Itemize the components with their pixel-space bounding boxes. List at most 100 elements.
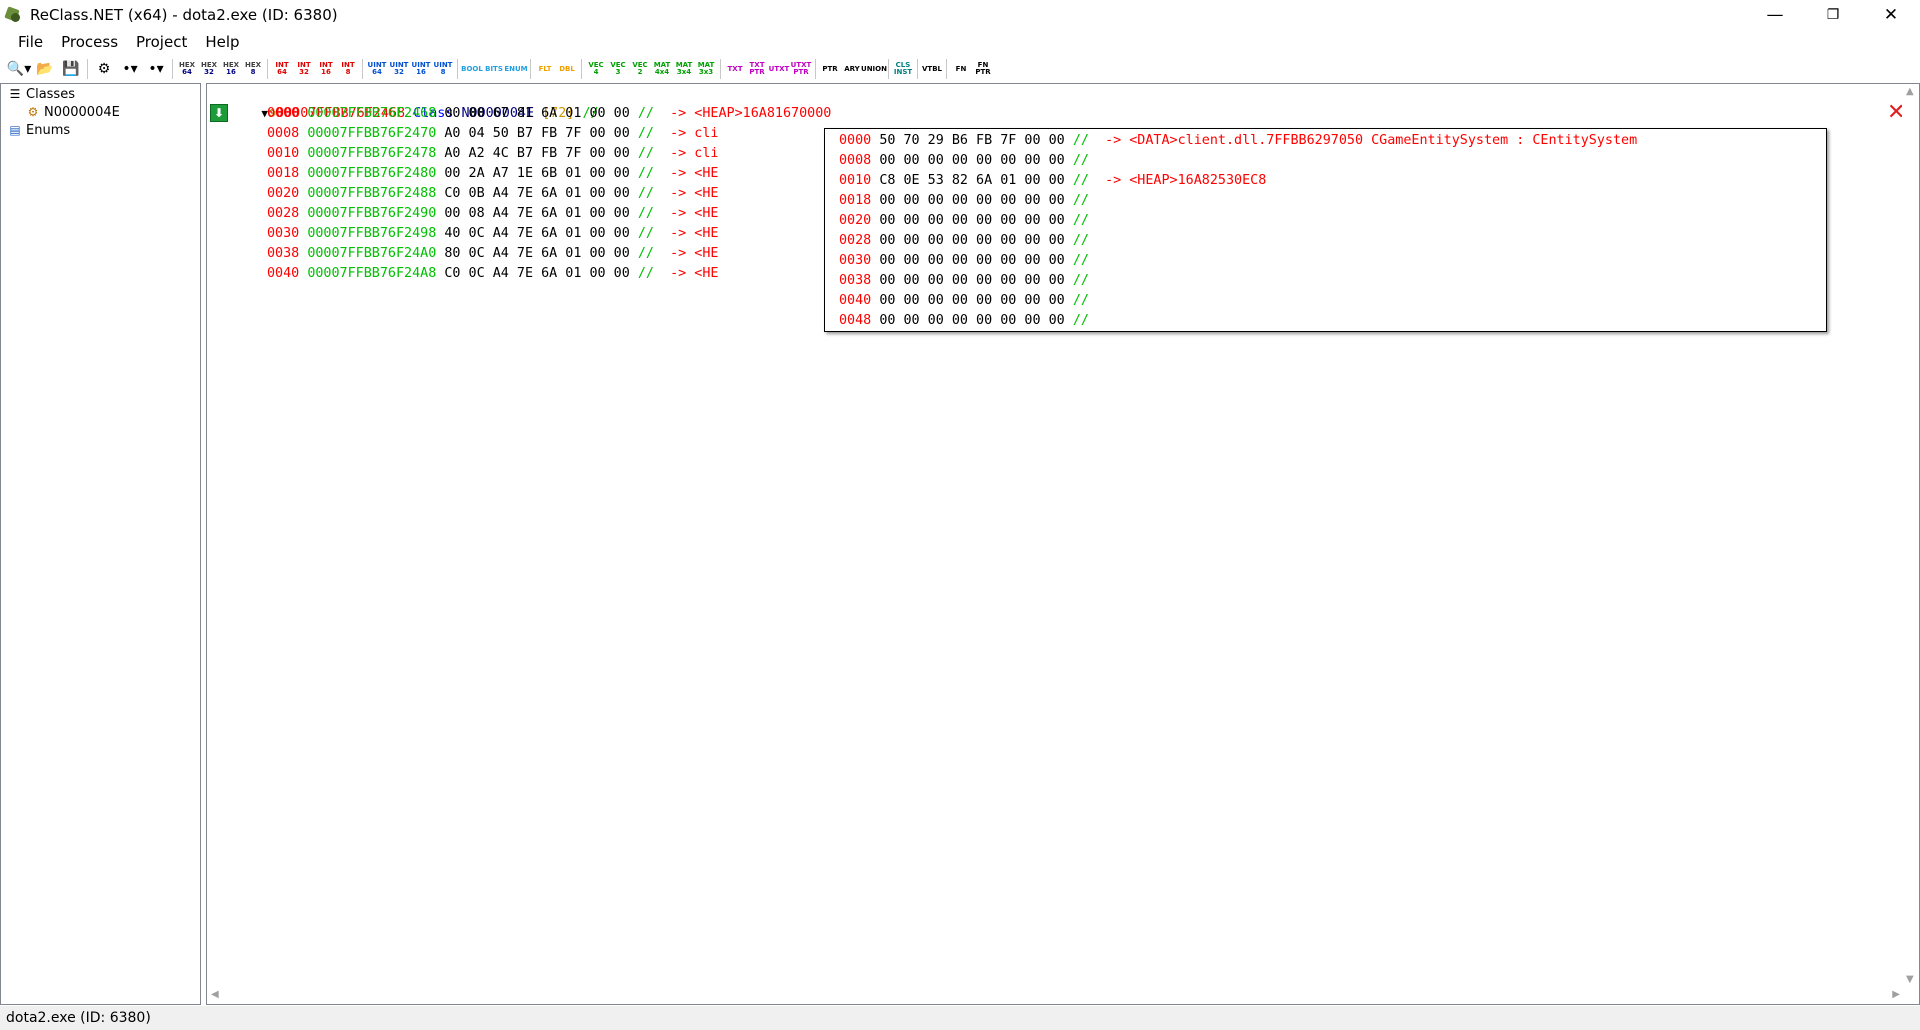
add-union-button[interactable]: UNION	[861, 58, 887, 80]
row-offset: 0038	[267, 246, 300, 261]
tree-node-classes[interactable]: ☰ Classes	[1, 85, 200, 103]
add-utxt-button[interactable]: UTXT	[768, 58, 790, 80]
popup-row-offset: 0008	[839, 153, 872, 168]
popup-row-pointer: -> <HEAP>16A82530EC8	[1105, 173, 1267, 188]
add-hex16-button[interactable]: HEX 16	[220, 58, 242, 80]
menu-project[interactable]: Project	[127, 29, 196, 56]
attach-process-icon[interactable]: 🔍▾	[6, 58, 32, 80]
add-vec2-button[interactable]: VEC 2	[629, 58, 651, 80]
memory-row[interactable]: 0018 00007FFBB76F2480 00 2A A7 1E 6B 01 …	[267, 164, 719, 184]
add-txt-button[interactable]: TXT	[724, 58, 746, 80]
memory-row[interactable]: 0000 00007FFBB76F2468 00 00 67 81 6A 01 …	[267, 104, 831, 124]
tree-node-enums[interactable]: ▤ Enums	[1, 121, 200, 139]
open-project-icon[interactable]: 📂	[32, 58, 58, 80]
menu-process[interactable]: Process	[52, 29, 127, 56]
add-uint8-button[interactable]: UINT 8	[432, 58, 454, 80]
toolbar-button-sublabel: INST	[893, 68, 913, 76]
popup-row: 0008 00 00 00 00 00 00 00 00 //	[839, 151, 1105, 171]
popup-row-offset: 0028	[839, 233, 872, 248]
toolbar-button-sublabel: 32	[204, 68, 214, 76]
popup-row-comment: //	[1072, 193, 1089, 208]
enums-label: Enums	[26, 122, 71, 138]
save-project-icon[interactable]: 💾	[58, 58, 84, 80]
toolbar-separator	[815, 59, 816, 79]
add-hex8-button[interactable]: HEX 8	[242, 58, 264, 80]
add-uint16-button[interactable]: UINT 16	[410, 58, 432, 80]
add-mat4x4-button[interactable]: MAT 4x4	[651, 58, 673, 80]
add-flt-button[interactable]: FLT	[534, 58, 556, 80]
memory-row[interactable]: 0040 00007FFBB76F24A8 C0 0C A4 7E 6A 01 …	[267, 264, 719, 284]
memory-row[interactable]: 0020 00007FFBB76F2488 C0 0B A4 7E 6A 01 …	[267, 184, 719, 204]
tree-node-class-item[interactable]: ⚙ N0000004E	[1, 103, 200, 121]
menu-help[interactable]: Help	[196, 29, 248, 56]
add-vtbl-button[interactable]: VTBL	[921, 58, 943, 80]
pointer-node-download-icon[interactable]: ⬇	[210, 104, 228, 122]
memory-row[interactable]: 0010 00007FFBB76F2478 A0 A2 4C B7 FB 7F …	[267, 144, 719, 164]
menu-bar: File Process Project Help	[0, 29, 1920, 56]
popup-row: 0038 00 00 00 00 00 00 00 00 //	[839, 271, 1105, 291]
popup-row: 0018 00 00 00 00 00 00 00 00 //	[839, 191, 1105, 211]
add-class-icon[interactable]: ⚙	[91, 58, 117, 80]
add-ary-button[interactable]: ARY	[841, 58, 863, 80]
row-address: 00007FFBB76F24A8	[307, 266, 437, 281]
add-mat3x3-button[interactable]: MAT 3x3	[695, 58, 717, 80]
row-address: 00007FFBB76F2498	[307, 226, 437, 241]
row-pointer: -> <HE	[670, 166, 719, 181]
add-bytes-icon[interactable]: •▾	[117, 58, 143, 80]
add-uint64-button[interactable]: UINT 64	[366, 58, 388, 80]
scroll-up-icon[interactable]: ▲	[1906, 86, 1914, 97]
row-bytes: 00 08 A4 7E 6A 01 00 00	[444, 206, 630, 221]
add-fnptr-button[interactable]: FN PTR	[972, 58, 994, 80]
add-int16-button[interactable]: INT 16	[315, 58, 337, 80]
add-int32-button[interactable]: INT 32	[293, 58, 315, 80]
add-bool-button[interactable]: BOOL	[461, 58, 483, 80]
row-comment: //	[637, 166, 654, 181]
add-txtptr-button[interactable]: TXT PTR	[746, 58, 768, 80]
row-offset: 0030	[267, 226, 300, 241]
add-hex32-button[interactable]: HEX 32	[198, 58, 220, 80]
row-pointer: -> <HE	[670, 246, 719, 261]
add-int64-button[interactable]: INT 64	[271, 58, 293, 80]
popup-row: 0010 C8 0E 53 82 6A 01 00 00 // -> <HEAP…	[839, 171, 1266, 191]
memory-row[interactable]: 0030 00007FFBB76F2498 40 0C A4 7E 6A 01 …	[267, 224, 719, 244]
horizontal-scrollbar[interactable]: ◀ ▶	[207, 987, 1904, 1004]
close-window-button[interactable]: ✕	[1862, 0, 1920, 29]
memory-row[interactable]: 0038 00007FFBB76F24A0 80 0C A4 7E 6A 01 …	[267, 244, 719, 264]
memory-row[interactable]: 0008 00007FFBB76F2470 A0 04 50 B7 FB 7F …	[267, 124, 719, 144]
toolbar-button-sublabel: 16	[321, 68, 331, 76]
add-int8-button[interactable]: INT 8	[337, 58, 359, 80]
add-uint32-button[interactable]: UINT 32	[388, 58, 410, 80]
vertical-scrollbar[interactable]: ▲ ▼	[1902, 84, 1919, 987]
popup-row-bytes: 00 00 00 00 00 00 00 00	[879, 233, 1065, 248]
add-dbl-button[interactable]: DBL	[556, 58, 578, 80]
row-bytes: 00 2A A7 1E 6B 01 00 00	[444, 166, 630, 181]
add-bits-button[interactable]: BITS	[483, 58, 505, 80]
scroll-left-icon[interactable]: ◀	[211, 989, 219, 1000]
class-header-row[interactable]: ▼⚙00007FFBB76F2468 Class N0000004E [72] …	[213, 84, 598, 121]
add-clsinst-button[interactable]: CLS INST	[892, 58, 914, 80]
popup-row-bytes: 00 00 00 00 00 00 00 00	[879, 153, 1065, 168]
add-ptr-button[interactable]: PTR	[819, 58, 841, 80]
add-enum-button[interactable]: ENUM	[504, 58, 527, 80]
row-bytes: A0 A2 4C B7 FB 7F 00 00	[444, 146, 630, 161]
add-mat3x4-button[interactable]: MAT 3x4	[673, 58, 695, 80]
add-hex64-button[interactable]: HEX 64	[176, 58, 198, 80]
popup-row-bytes: C8 0E 53 82 6A 01 00 00	[879, 173, 1065, 188]
menu-file[interactable]: File	[9, 29, 52, 56]
minimize-button[interactable]: —	[1746, 0, 1804, 29]
pointer-preview-popup: 0000 50 70 29 B6 FB 7F 00 00 // -> <DATA…	[824, 128, 1827, 332]
scroll-right-icon[interactable]: ▶	[1892, 989, 1900, 1000]
row-comment: //	[637, 106, 654, 121]
memory-row[interactable]: 0028 00007FFBB76F2490 00 08 A4 7E 6A 01 …	[267, 204, 719, 224]
row-offset: 0040	[267, 266, 300, 281]
add-fn-button[interactable]: FN	[950, 58, 972, 80]
maximize-button[interactable]: ❐	[1804, 0, 1862, 29]
classes-label: Classes	[26, 86, 75, 102]
scroll-down-icon[interactable]: ▼	[1906, 974, 1914, 985]
add-vec4-button[interactable]: VEC 4	[585, 58, 607, 80]
add-utxtptr-button[interactable]: UTXT PTR	[790, 58, 812, 80]
add-vec3-button[interactable]: VEC 3	[607, 58, 629, 80]
toolbar-separator	[581, 59, 582, 79]
insert-bytes-icon[interactable]: •▾	[143, 58, 169, 80]
popup-row-comment: //	[1072, 293, 1089, 308]
